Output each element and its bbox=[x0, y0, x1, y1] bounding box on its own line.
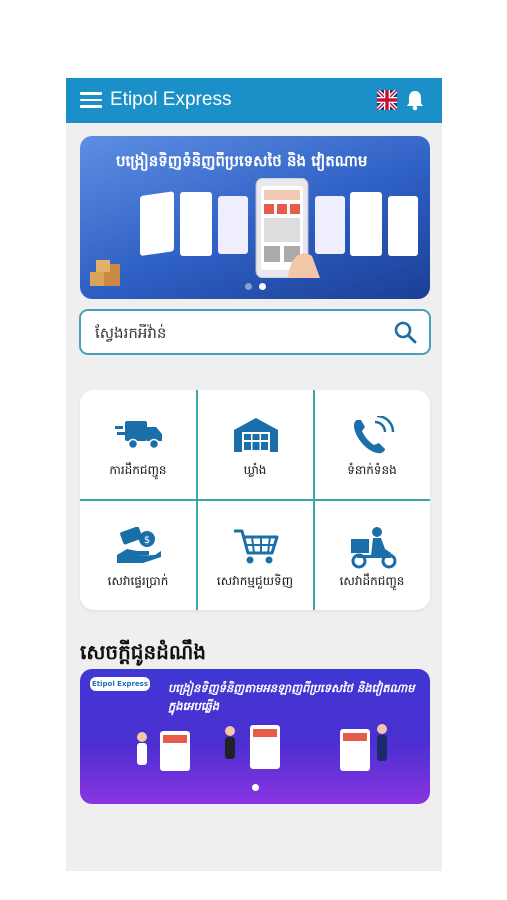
promo-pagination bbox=[80, 784, 430, 791]
promo-banner-carousel[interactable]: បង្រៀនទិញទំនិញពីប្រទេសថៃ និង វៀតណាម bbox=[80, 136, 430, 299]
delivery-scooter-icon bbox=[351, 527, 397, 569]
service-warehouse[interactable]: ឃ្លាំង bbox=[197, 390, 313, 500]
uk-flag-icon[interactable] bbox=[377, 90, 397, 110]
money-transfer-icon: $ bbox=[117, 527, 161, 563]
pagination-dot-active[interactable] bbox=[251, 784, 259, 791]
promo-logo: Etipol Express bbox=[90, 677, 150, 691]
search-input[interactable] bbox=[93, 311, 377, 355]
delivery-truck-icon bbox=[115, 421, 162, 450]
service-delivery-courier[interactable]: សេវាដឹកជញ្ជូន bbox=[314, 501, 430, 610]
service-purchase-assist[interactable]: សេវាកម្មជួយទិញ bbox=[197, 501, 313, 610]
phone-call-icon bbox=[354, 416, 395, 454]
service-label: ឃ្លាំង bbox=[243, 463, 267, 477]
service-label: សេវាដឹកជញ្ជូន bbox=[339, 574, 405, 588]
pagination-dot-active[interactable] bbox=[258, 283, 266, 290]
warehouse-icon bbox=[234, 418, 278, 452]
service-label: សេវាកម្មជួយទិញ bbox=[216, 574, 294, 588]
banner-headline: បង្រៀនទិញទំនិញពីប្រទេសថៃ និង វៀតណាម bbox=[116, 152, 368, 170]
app-screenshots-illustration bbox=[140, 178, 418, 278]
shopping-cart-icon bbox=[234, 529, 279, 564]
service-delivery[interactable]: ការដឹកជញ្ជូន bbox=[80, 390, 196, 500]
service-label: ការដឹកជញ្ជូន bbox=[109, 463, 167, 477]
promo-text: បង្រៀនទិញទំនិញតាមអនឡាញពីប្រទេសថៃ និងវៀតណ… bbox=[168, 681, 415, 713]
bell-icon[interactable] bbox=[405, 89, 425, 111]
service-money-transfer[interactable]: $ សេវាផ្ទេរប្រាក់ bbox=[80, 501, 196, 610]
grid-divider bbox=[80, 499, 430, 501]
promo-illustration bbox=[137, 724, 387, 771]
app-screen: Etipol Express បង្រៀនទិញទំនិញពីប្រទេសថៃ … bbox=[66, 78, 442, 871]
services-grid: ការដឹកជញ្ជូន ឃ្លាំង ទំនាក់ទំនង $ សេវាផ្ទ… bbox=[80, 390, 430, 610]
hamburger-menu-icon[interactable] bbox=[80, 92, 102, 108]
search-icon[interactable] bbox=[393, 320, 417, 344]
service-contact[interactable]: ទំនាក់ទំនង bbox=[314, 390, 430, 500]
app-bar: Etipol Express bbox=[66, 78, 442, 123]
notification-banner[interactable]: Etipol Express បង្រៀនទិញទំនិញតាមអនឡាញពីប… bbox=[80, 669, 430, 804]
service-label: សេវាផ្ទេរប្រាក់ bbox=[107, 574, 169, 588]
banner-pagination bbox=[80, 283, 430, 290]
app-title: Etipol Express bbox=[110, 89, 232, 110]
service-label: ទំនាក់ទំនង bbox=[347, 463, 397, 477]
pagination-dot[interactable] bbox=[244, 283, 252, 290]
search-bar bbox=[79, 309, 431, 355]
svg-text:$: $ bbox=[144, 535, 150, 546]
notifications-title: សេចក្តីជូនដំណឹង bbox=[80, 640, 206, 664]
